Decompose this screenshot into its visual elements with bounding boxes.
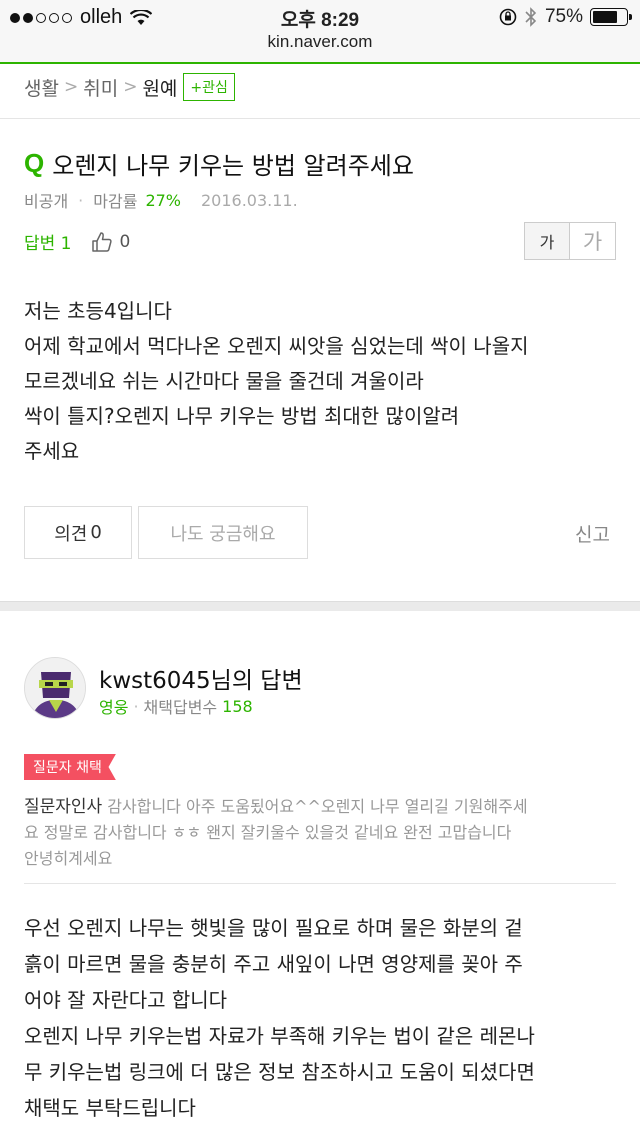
question-body-line: 싹이 틀지?오렌지 나무 키우는 방법 최대한 많이알려 xyxy=(24,404,460,428)
breadcrumb-separator: > xyxy=(123,77,138,97)
divider xyxy=(24,883,616,884)
deadline-label: 마감률 xyxy=(93,192,138,211)
bluetooth-icon xyxy=(525,7,537,27)
asker-thanks: 질문자인사 감사합니다 아주 도움됬어요^^오렌지 나무 열리길 기원해주세 요… xyxy=(24,794,614,872)
opinion-label: 의견 xyxy=(54,523,88,545)
answer-count[interactable]: 답변 1 xyxy=(24,229,72,254)
answer-body-line: 오렌지 나무 키우는법 자료가 부족해 키우는 법이 같은 레몬나 xyxy=(24,1024,535,1048)
chosen-count: 158 xyxy=(222,696,253,716)
chosen-by-asker-badge: 질문자 채택 xyxy=(24,754,116,780)
answerer-title[interactable]: kwst6045님의 답변 xyxy=(99,661,303,695)
answerer-meta: 영웅 · 채택답변수 158 xyxy=(99,694,253,718)
font-size-small-button[interactable]: 가 xyxy=(525,223,570,259)
deadline-rate: 27% xyxy=(145,190,181,210)
battery-icon xyxy=(590,8,632,26)
answer-body-line: 무 키우는법 링크에 더 많은 정보 참조하시고 도움이 되셨다면 xyxy=(24,1060,535,1084)
avatar-hero-icon xyxy=(25,658,85,718)
answer-body-line: 우선 오렌지 나무는 햇빛을 많이 필요로 하며 물은 화분의 겉 xyxy=(24,916,523,940)
question-mark-icon: Q xyxy=(24,148,45,178)
page-load-progress xyxy=(0,62,640,64)
status-icons: 75% xyxy=(499,6,632,28)
question-meta: 비공개 · 마감률 27% 2016.03.11. xyxy=(24,188,298,212)
battery-level xyxy=(593,11,617,23)
follow-category-button[interactable]: +관심 xyxy=(183,73,235,101)
question-body: 저는 초등4입니다 어제 학교에서 먹다나온 오렌지 씨앗을 심었는데 싹이 나… xyxy=(24,294,624,469)
breadcrumb-separator: > xyxy=(63,77,79,97)
meta-dot: · xyxy=(133,696,139,716)
section-divider xyxy=(0,601,640,611)
answerer-rank: 영웅 xyxy=(99,698,129,717)
question-body-line: 모르겠네요 쉬는 시간마다 물을 줄건데 겨울이라 xyxy=(24,369,424,393)
like-count: 0 xyxy=(119,231,131,252)
address-bar[interactable]: kin.naver.com xyxy=(0,32,640,52)
question-title: 오렌지 나무 키우는 방법 알려주세요 xyxy=(52,152,414,180)
question-body-line: 저는 초등4입니다 xyxy=(24,299,172,323)
question-author: 비공개 xyxy=(24,192,69,211)
report-link[interactable]: 신고 xyxy=(575,520,610,547)
answer-body-line: 흙이 마르면 물을 충분히 주고 새잎이 나면 영양제를 꽂아 주 xyxy=(24,952,523,976)
answer-body-line: 채택도 부탁드립니다 xyxy=(24,1096,196,1120)
question-body-line: 어제 학교에서 먹다나온 오렌지 씨앗을 심었는데 싹이 나올지 xyxy=(24,334,529,358)
avatar[interactable] xyxy=(24,657,86,719)
breadcrumb-item-gardening[interactable]: 원예 xyxy=(142,74,177,101)
meta-dot: · xyxy=(78,190,84,210)
question-date: 2016.03.11. xyxy=(201,190,298,210)
breadcrumb-item-life[interactable]: 생활 xyxy=(24,74,59,101)
question-body-line: 주세요 xyxy=(24,439,80,463)
thumbs-up-icon[interactable] xyxy=(90,230,114,254)
answer-body-line: 어야 잘 자란다고 합니다 xyxy=(24,988,228,1012)
rotation-lock-icon xyxy=(499,8,517,26)
asker-thanks-line: 안녕히계세요 xyxy=(24,849,113,868)
question-actions: 의견 0 나도 궁금해요 xyxy=(24,506,308,559)
asker-thanks-line: 요 정말로 감사합니다 ㅎㅎ 왠지 잘키울수 있을것 같네요 완전 고맙습니다 xyxy=(24,823,512,842)
opinion-button[interactable]: 의견 0 xyxy=(24,506,132,559)
question-title-row: Q 오렌지 나무 키우는 방법 알려주세요 xyxy=(24,146,414,181)
question-stats: 답변 1 0 xyxy=(24,229,131,255)
font-size-toggle: 가 가 xyxy=(524,222,616,260)
battery-percent: 75% xyxy=(544,6,583,27)
font-size-large-button[interactable]: 가 xyxy=(570,223,615,259)
chosen-count-label: 채택답변수 xyxy=(143,698,218,717)
breadcrumb-item-hobby[interactable]: 취미 xyxy=(83,74,118,101)
asker-thanks-line: 감사합니다 아주 도움됬어요^^오렌지 나무 열리길 기원해주세 xyxy=(107,797,528,816)
me-too-curious-button[interactable]: 나도 궁금해요 xyxy=(138,506,308,559)
asker-thanks-label: 질문자인사 xyxy=(24,797,103,817)
breadcrumb: 생활 > 취미 > 원예 +관심 xyxy=(24,73,235,101)
divider xyxy=(0,118,640,119)
answer-body: 우선 오렌지 나무는 햇빛을 많이 필요로 하며 물은 화분의 겉 흙이 마르면… xyxy=(24,910,624,1126)
opinion-count: 0 xyxy=(90,522,102,543)
status-bar: olleh 오후 8:29 kin.naver.com 75% xyxy=(0,0,640,64)
